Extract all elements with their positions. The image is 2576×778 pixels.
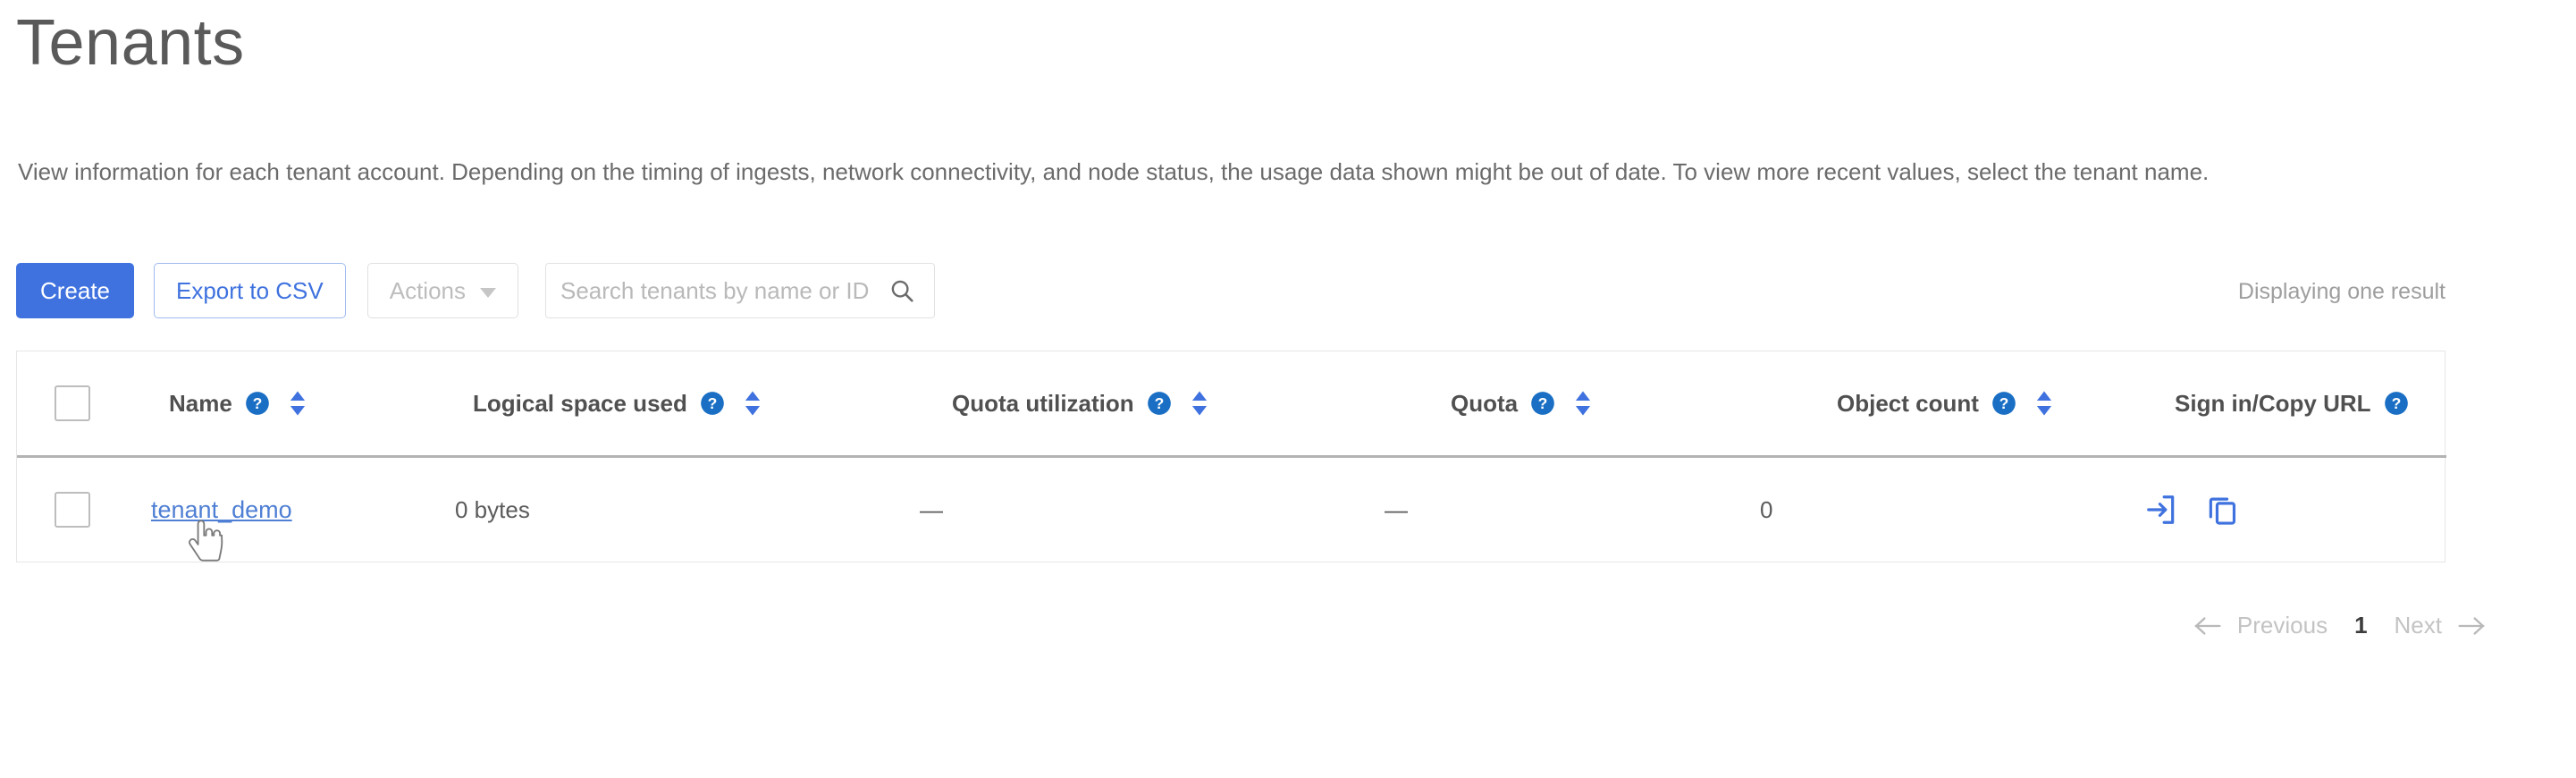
header-logical-space-used-cell: Logical space used ? — [455, 351, 920, 457]
tenants-table: Name ? Logical space used ? Quota utiliz… — [17, 351, 2446, 562]
header-sign-in-copy-url-cell: Sign in/Copy URL ? — [2144, 351, 2446, 457]
tenants-page: Tenants View information for each tenant… — [0, 0, 2576, 778]
header-quota-cell: Quota ? — [1385, 351, 1760, 457]
sort-arrows-icon[interactable] — [2034, 390, 2054, 417]
create-button[interactable]: Create — [16, 263, 134, 318]
page-title: Tenants — [16, 7, 245, 79]
arrow-left-icon[interactable] — [2193, 614, 2223, 638]
next-page-button[interactable]: Next — [2395, 612, 2442, 639]
row-select-cell — [17, 457, 151, 562]
header-name-cell: Name ? — [151, 351, 455, 457]
row-quota-cell: — — [1385, 495, 1408, 523]
help-circle-icon[interactable]: ? — [1147, 391, 1172, 416]
svg-text:?: ? — [2391, 394, 2401, 412]
page-description: View information for each tenant account… — [18, 158, 2210, 185]
help-circle-icon[interactable]: ? — [1991, 391, 2016, 416]
result-count-label: Displaying one result — [2237, 279, 2446, 304]
export-to-csv-button[interactable]: Export to CSV — [154, 263, 346, 318]
svg-text:?: ? — [708, 394, 718, 412]
sort-arrows-icon[interactable] — [743, 390, 762, 417]
help-circle-icon[interactable]: ? — [2384, 391, 2409, 416]
table-header: Name ? Logical space used ? Quota utiliz… — [17, 351, 2446, 457]
svg-text:?: ? — [252, 394, 262, 412]
pagination: Previous 1 Next — [2193, 612, 2487, 639]
help-circle-icon[interactable]: ? — [1530, 391, 1555, 416]
previous-page-button[interactable]: Previous — [2237, 612, 2328, 639]
page-number-1[interactable]: 1 — [2354, 612, 2367, 639]
chevron-down-icon — [480, 287, 496, 298]
sort-arrows-icon[interactable] — [1573, 390, 1593, 417]
header-object-count-cell: Object count ? — [1760, 351, 2144, 457]
table-header-row: Name ? Logical space used ? Quota utiliz… — [17, 351, 2446, 457]
header-logical-space-used-label: Logical space used — [473, 389, 687, 417]
sort-arrows-icon[interactable] — [1190, 390, 1209, 417]
copy-url-icon[interactable] — [2205, 493, 2239, 527]
row-actions-cell — [2144, 457, 2446, 562]
row-object-count-cell: 0 — [1760, 495, 1773, 523]
row-logical-space-used-cell: 0 bytes — [455, 495, 530, 523]
header-quota-utilization-label: Quota utilization — [952, 389, 1134, 417]
row-quota-utilization-cell: — — [920, 495, 943, 523]
search-field-wrapper — [545, 263, 935, 318]
select-all-checkbox[interactable] — [55, 385, 90, 421]
help-circle-icon[interactable]: ? — [245, 391, 270, 416]
header-object-count-label: Object count — [1837, 389, 1979, 417]
header-sign-in-copy-url-label: Sign in/Copy URL — [2175, 389, 2371, 417]
actions-label: Actions — [389, 276, 466, 304]
header-quota-label: Quota — [1451, 389, 1519, 417]
sort-arrows-icon[interactable] — [288, 390, 307, 417]
actions-dropdown-button[interactable]: Actions — [366, 263, 518, 318]
sign-in-icon[interactable] — [2144, 493, 2178, 527]
row-select-checkbox[interactable] — [55, 492, 90, 528]
tenants-table-container: Name ? Logical space used ? Quota utiliz… — [16, 351, 2446, 562]
row-name-cell: tenant_demo — [151, 457, 455, 562]
header-select-all-cell — [17, 351, 151, 457]
header-name-label: Name — [169, 389, 232, 417]
toolbar: Create Export to CSV Actions — [16, 263, 935, 318]
table-row: tenant_demo 0 bytes — — 0 — [17, 457, 2446, 562]
header-quota-utilization-cell: Quota utilization ? — [920, 351, 1385, 457]
arrow-right-icon[interactable] — [2456, 614, 2487, 638]
svg-text:?: ? — [1154, 394, 1164, 412]
svg-text:?: ? — [1999, 394, 2009, 412]
svg-text:?: ? — [1538, 394, 1548, 412]
tenant-name-link[interactable]: tenant_demo — [151, 496, 292, 523]
table-body: tenant_demo 0 bytes — — 0 — [17, 457, 2446, 562]
help-circle-icon[interactable]: ? — [700, 391, 725, 416]
search-input[interactable] — [545, 263, 935, 318]
